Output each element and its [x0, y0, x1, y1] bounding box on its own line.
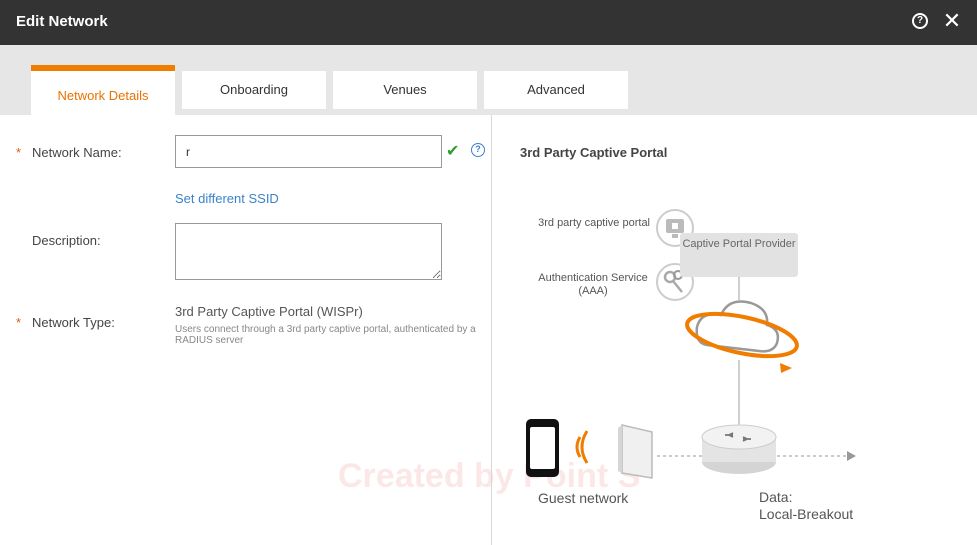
help-icon[interactable]: ?: [912, 13, 928, 29]
data-label-line-2: Local-Breakout: [759, 506, 854, 522]
data-breakout-label: Data: Local-Breakout: [759, 489, 853, 523]
tab-advanced[interactable]: Advanced: [484, 71, 628, 109]
help-circle-icon[interactable]: ?: [471, 143, 485, 157]
network-type-value: 3rd Party Captive Portal (WISPr): [175, 304, 363, 319]
network-type-description: Users connect through a 3rd party captiv…: [175, 324, 476, 346]
close-icon[interactable]: ✕: [942, 9, 962, 33]
guest-network-label: Guest network: [538, 490, 629, 506]
required-mark: *: [16, 315, 22, 330]
auth-service-label: Authentication Service (AAA): [538, 272, 648, 297]
tab-bar: Network Details Onboarding Venues Advanc…: [0, 45, 977, 115]
valid-check-icon: ✔: [446, 143, 460, 160]
dialog-title: Edit Network: [16, 13, 108, 30]
network-name-input[interactable]: [175, 135, 442, 168]
title-bar: Edit Network ? ✕: [0, 0, 977, 45]
captive-portal-label: 3rd party captive portal: [538, 217, 650, 229]
set-different-ssid-link[interactable]: Set different SSID: [175, 191, 279, 206]
access-point-icon: [618, 424, 653, 479]
network-type-label: Network Type:: [32, 315, 115, 330]
description-field[interactable]: [175, 223, 442, 280]
data-label-line-1: Data:: [759, 489, 793, 505]
router-icon: [701, 424, 777, 474]
required-mark: *: [16, 145, 22, 160]
arrow-head-icon: [847, 451, 856, 461]
tab-onboarding[interactable]: Onboarding: [182, 71, 326, 109]
cloud-icon: [685, 300, 799, 373]
captive-portal-provider-box: Captive Portal Provider: [680, 233, 798, 277]
tab-venues[interactable]: Venues: [333, 71, 477, 109]
tab-network-details[interactable]: Network Details: [31, 65, 175, 115]
wifi-signal-icon: [575, 430, 589, 464]
description-label: Description:: [32, 233, 101, 248]
network-diagram: [526, 209, 856, 479]
network-name-label: Network Name:: [32, 145, 122, 160]
phone-icon: [526, 419, 559, 477]
network-details-panel: Created by Point S * Network Name: ✔ ? S…: [0, 115, 977, 545]
